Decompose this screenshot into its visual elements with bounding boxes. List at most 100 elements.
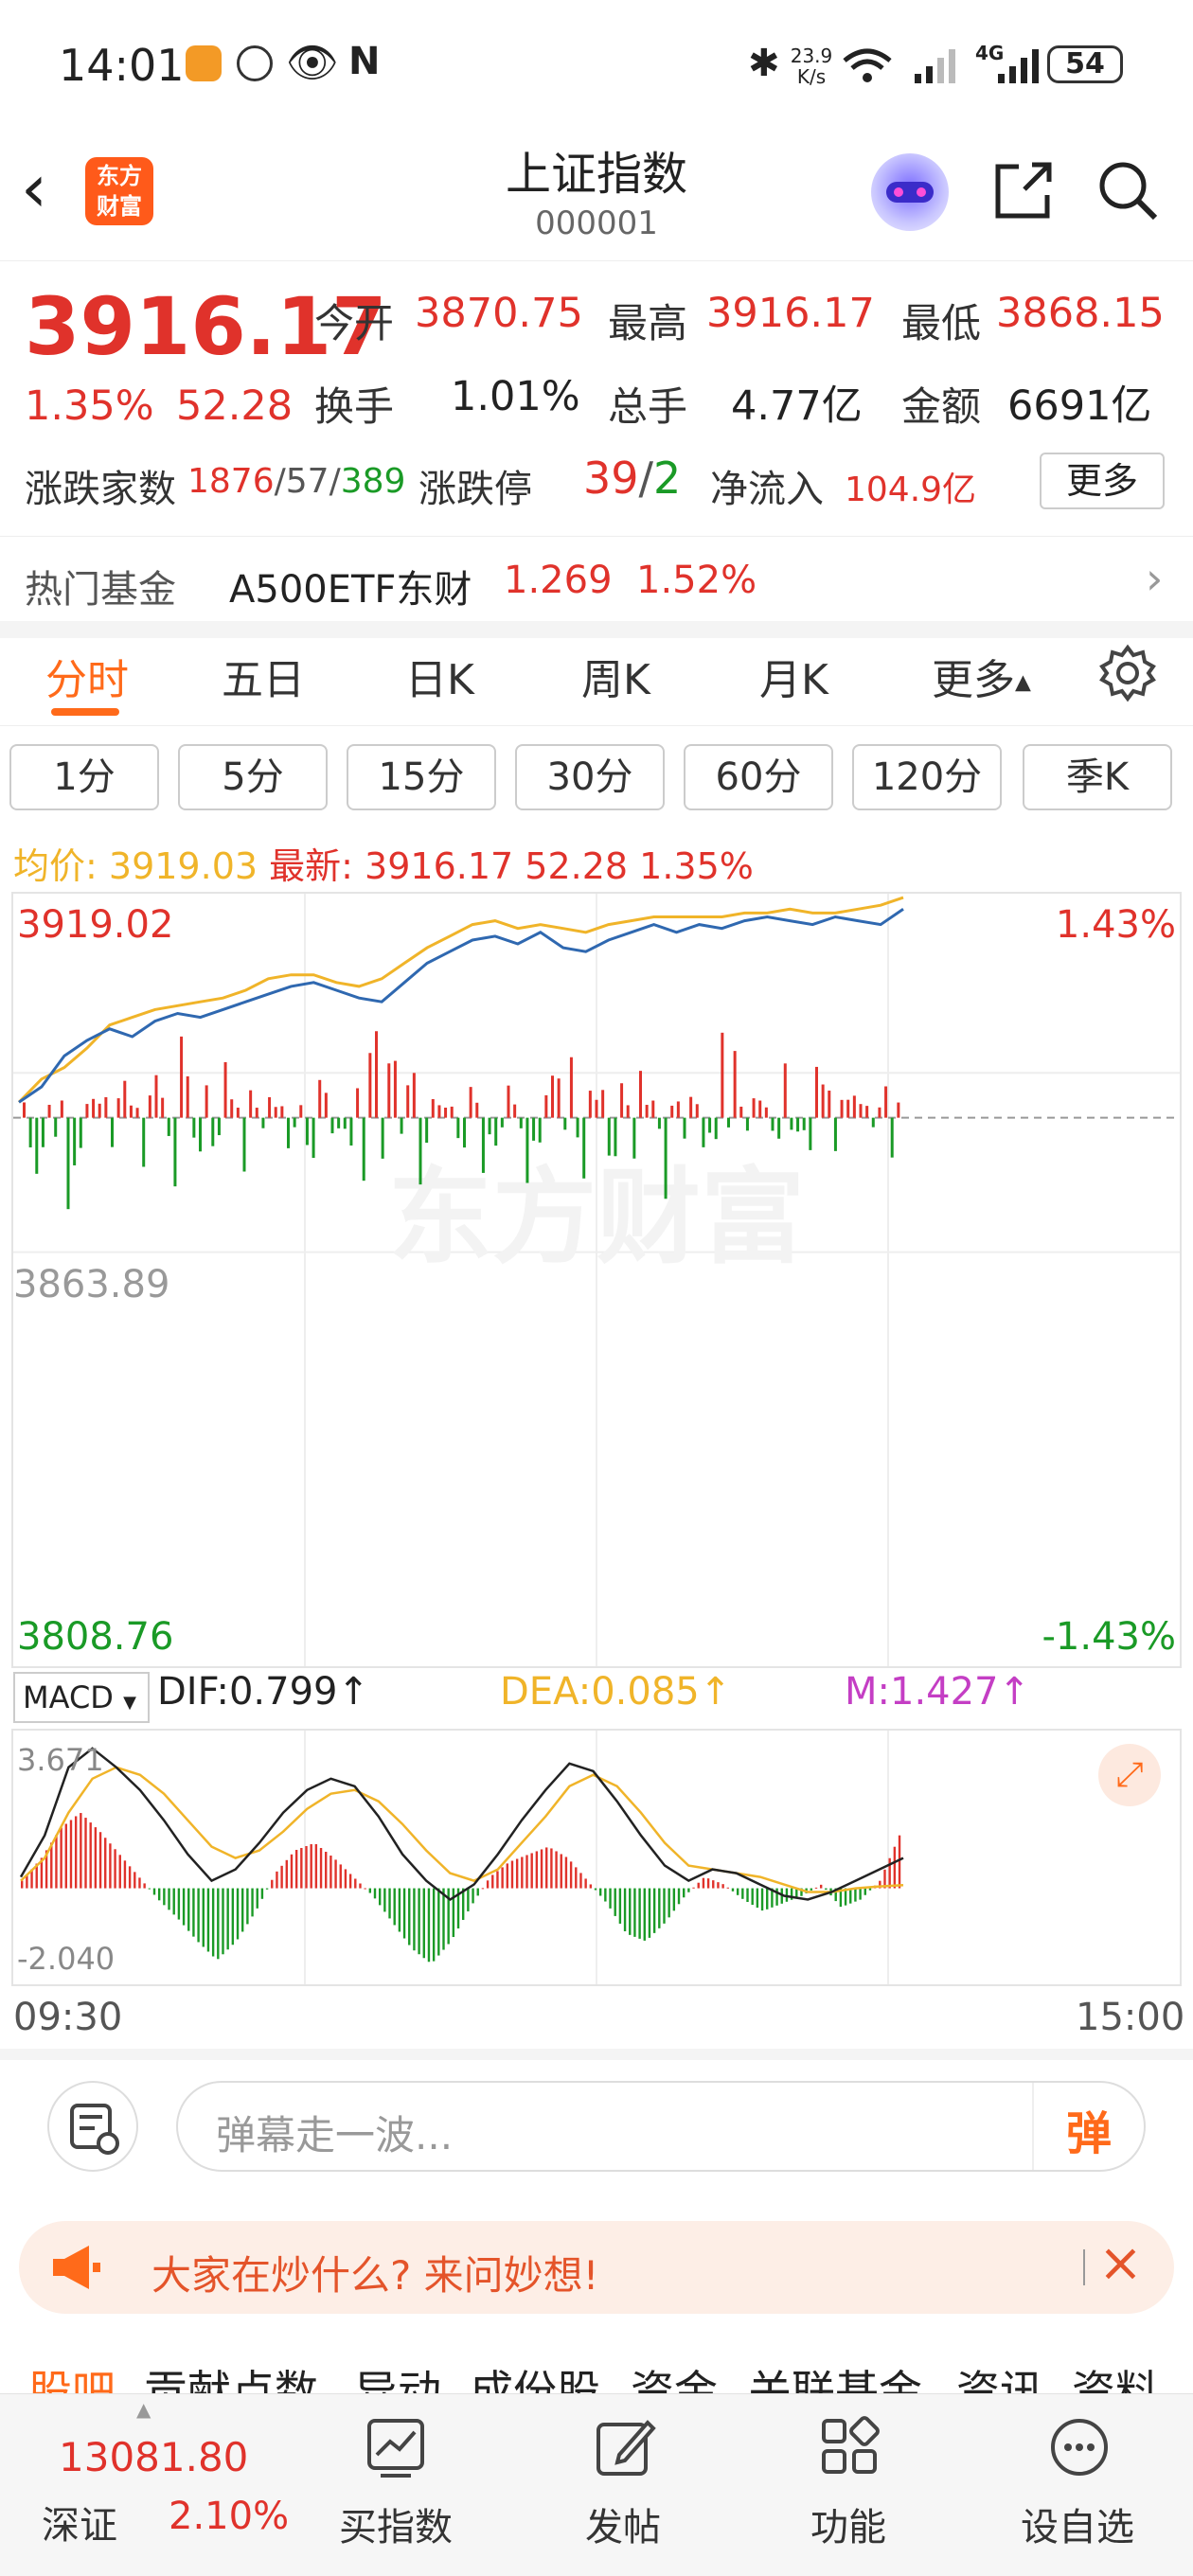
hot-fund-row[interactable]: 热门基金 A500ETF东财 1.269 1.52% ›: [0, 536, 1193, 621]
tab-1min[interactable]: 1分: [9, 744, 159, 810]
tab-quarter-k[interactable]: 季K: [1023, 744, 1172, 810]
ai-assistant-icon[interactable]: [871, 153, 949, 231]
buy-index-button[interactable]: 买指数: [320, 2394, 472, 2576]
intraday-chart[interactable]: 东方财富 3919.02 1.43% 3863.89 3808.76 -1.43…: [11, 892, 1182, 1668]
tab-monthly-k[interactable]: 月K: [759, 646, 828, 706]
tab-movement[interactable]: 异动: [354, 2357, 441, 2393]
more-button[interactable]: 更多: [1040, 453, 1165, 509]
add-watchlist-button[interactable]: 设自选: [1004, 2394, 1155, 2576]
macd-bar-down: [746, 1888, 749, 1903]
close-icon[interactable]: ×: [1098, 2232, 1143, 2294]
macd-bar-up: [726, 1887, 729, 1889]
tab-120min[interactable]: 120分: [852, 744, 1002, 810]
flow-bar-down: [28, 1117, 32, 1147]
limit-values: 39/2: [583, 453, 682, 504]
other-index-name: 深证: [42, 2504, 117, 2548]
flow-bar-down: [337, 1117, 341, 1128]
tab-related-funds[interactable]: 关联基金: [748, 2357, 922, 2393]
macd-bar-down: [378, 1888, 382, 1906]
tab-15min[interactable]: 15分: [347, 744, 496, 810]
other-index-ticker[interactable]: ▲ 13081.80 深证 2.10%: [0, 2394, 303, 2576]
macd-bar-up: [506, 1863, 508, 1889]
indicator-select[interactable]: MACD ▼: [13, 1672, 150, 1723]
macd-bar-up: [550, 1848, 553, 1889]
macd-bar-up: [84, 1818, 87, 1889]
flow-bar-up: [601, 1090, 605, 1118]
latest-pct: 1.35%: [639, 845, 754, 887]
macd-bar-down: [251, 1888, 254, 1917]
macd-bar-up: [888, 1857, 891, 1889]
ai-promo-banner[interactable]: 大家在炒什么? 来问妙想! ×: [19, 2221, 1174, 2314]
settings-gear-icon[interactable]: [1098, 644, 1157, 702]
flow-bar-up: [588, 1091, 592, 1118]
macd-bar-up: [545, 1847, 548, 1889]
tab-five-day[interactable]: 五日: [222, 646, 305, 706]
flow-bar-up: [846, 1099, 850, 1118]
barrage-input[interactable]: 弹幕走一波... 弹: [176, 2081, 1146, 2172]
flow-bar-up: [620, 1083, 624, 1118]
x-start-label: 09:30: [13, 1996, 123, 2039]
tab-weekly-k[interactable]: 周K: [581, 646, 650, 706]
search-icon[interactable]: [1095, 157, 1161, 223]
flow-bar-down: [607, 1117, 611, 1156]
post-button[interactable]: 发帖: [549, 2394, 701, 2576]
macd-bar-down: [202, 1888, 205, 1947]
barrage-send-icon[interactable]: 弹: [1066, 2096, 1112, 2162]
tab-5min[interactable]: 5分: [178, 744, 328, 810]
latest-label: 最新:: [269, 845, 353, 887]
flow-bar-up: [249, 1090, 253, 1118]
macd-bar-down: [172, 1888, 175, 1915]
tab-60min[interactable]: 60分: [684, 744, 833, 810]
macd-chart[interactable]: 3.671 -2.040 ⤢: [11, 1729, 1182, 1986]
macd-bar-down: [231, 1888, 235, 1945]
tab-news[interactable]: 资讯: [956, 2357, 1043, 2393]
barrage-settings-button[interactable]: [47, 2081, 138, 2172]
intraday-chart-svg: 东方财富: [13, 894, 1180, 1666]
macd-bar-down: [192, 1888, 195, 1937]
tab-daily-k[interactable]: 日K: [405, 646, 474, 706]
flow-bar-up: [368, 1053, 372, 1118]
macd-bar-down: [677, 1888, 681, 1905]
tab-30min[interactable]: 30分: [515, 744, 665, 810]
divider: [0, 725, 1193, 726]
tab-constituents[interactable]: 成份股: [470, 2357, 600, 2393]
flow-bar-down: [727, 1117, 730, 1128]
flow-bar-down: [111, 1117, 114, 1147]
macd-bar-down: [187, 1888, 190, 1931]
grid-apps-icon: [822, 2416, 880, 2474]
flow-bar-down: [173, 1117, 177, 1187]
macd-bar-down: [383, 1888, 386, 1912]
flow-bar-up: [733, 1051, 737, 1118]
functions-button[interactable]: 功能: [775, 2394, 926, 2576]
macd-bar-up: [354, 1878, 357, 1889]
macd-bar-up: [21, 1880, 24, 1889]
macd-bar-down: [368, 1888, 372, 1893]
share-icon[interactable]: [990, 157, 1057, 223]
flow-bar-up: [180, 1036, 184, 1118]
macd-bar-down: [868, 1888, 872, 1891]
tab-funds-flow[interactable]: 资金: [631, 2357, 718, 2393]
flow-bar-up: [645, 1105, 649, 1118]
flow-bar-down: [261, 1117, 265, 1128]
chart-trend-icon: [367, 2419, 424, 2478]
flow-bar-up: [23, 1102, 26, 1118]
macd-bar-down: [437, 1888, 440, 1956]
expand-icon[interactable]: ⤢: [1098, 1744, 1161, 1806]
flow-bar-up: [412, 1073, 416, 1118]
tab-profile[interactable]: 资料: [1072, 2357, 1159, 2393]
tab-more[interactable]: 更多▲: [932, 646, 1031, 706]
macd-bar-up: [128, 1866, 132, 1889]
tab-contribution[interactable]: 贡献点数: [144, 2357, 318, 2393]
macd-bar-up: [501, 1867, 504, 1889]
breadth-values: 1876/57/389: [187, 462, 406, 501]
open-label: 今开: [314, 300, 395, 346]
flow-bar-up: [129, 1105, 133, 1118]
flow-bar-down: [871, 1117, 875, 1128]
signal-icon-2: [998, 49, 1039, 83]
chart-pct-top-label: 1.43%: [1055, 903, 1176, 947]
macd-bar-down: [246, 1888, 249, 1925]
tab-guba[interactable]: 股吧: [28, 2357, 116, 2393]
macd-bar-down: [427, 1888, 431, 1963]
tab-intraday[interactable]: 分时: [45, 646, 129, 706]
macd-bar-down: [672, 1888, 676, 1911]
